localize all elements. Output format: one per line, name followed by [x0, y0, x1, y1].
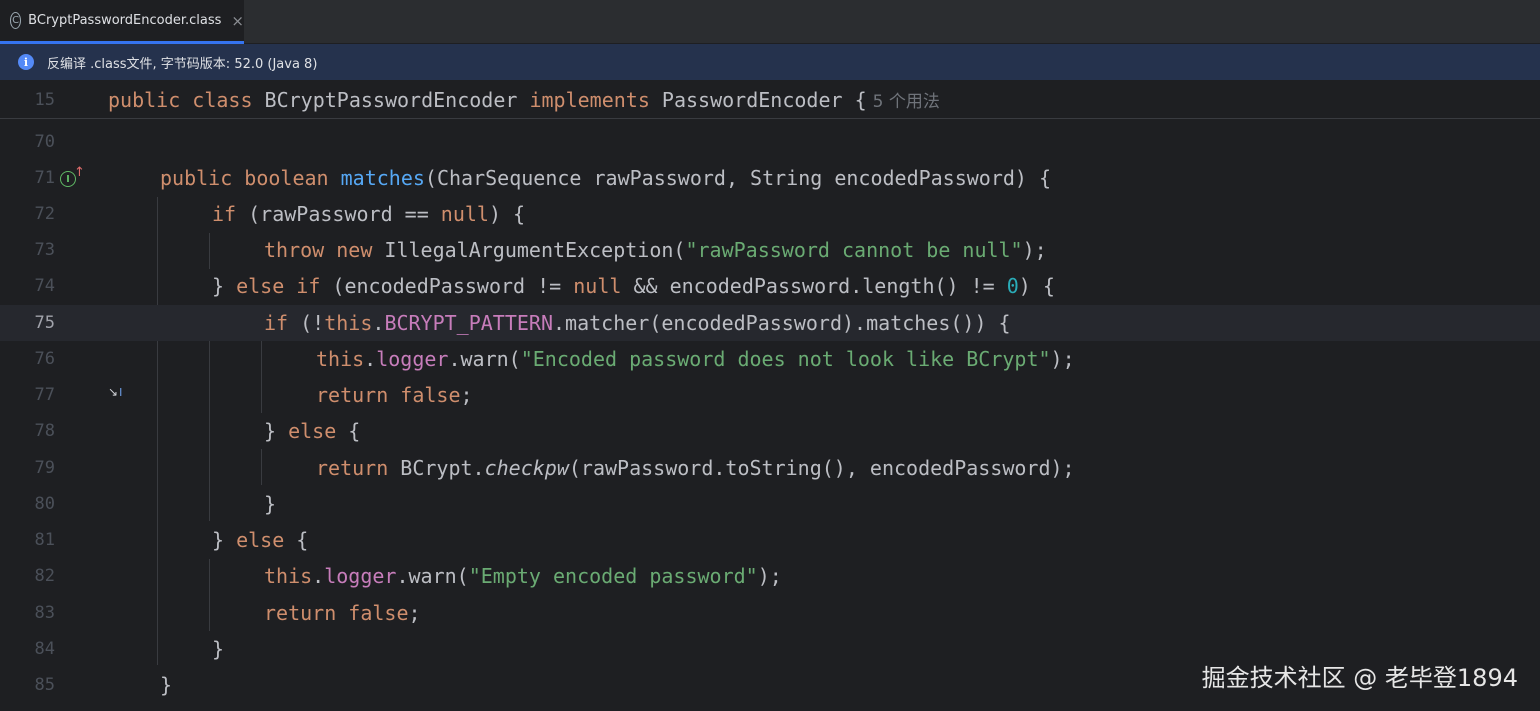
line-number: 71	[34, 168, 55, 188]
current-code-line[interactable]: 75 if (!this.BCRYPT_PATTERN.matcher(enco…	[0, 305, 1540, 341]
code-line[interactable]: 78 } else {	[0, 413, 1540, 449]
code-line[interactable]: 81 } else {	[0, 522, 1540, 558]
mouse-cursor-icon: ↘I	[108, 385, 123, 399]
watermark: 掘金技术社区 @ 老毕登1894	[1201, 664, 1518, 692]
code-line: public class BCryptPasswordEncoder imple…	[108, 88, 940, 112]
tab-bcrypt-password-encoder[interactable]: C BCryptPasswordEncoder.class ×	[0, 0, 244, 44]
decompiled-info-banner: i 反编译 .class文件, 字节码版本: 52.0 (Java 8)	[0, 44, 1540, 81]
line-number: 79	[34, 458, 55, 478]
banner-text: 反编译 .class文件, 字节码版本: 52.0 (Java 8)	[47, 56, 318, 72]
code-line[interactable]: 82 this.logger.warn("Empty encoded passw…	[0, 558, 1540, 594]
line-number: 85	[34, 675, 55, 695]
line-number: 77	[34, 385, 55, 405]
usages-hint[interactable]: 5 个用法	[873, 92, 940, 112]
line-number: 72	[34, 204, 55, 224]
line-number: 83	[34, 603, 55, 623]
code-line[interactable]: 72 if (rawPassword == null) {	[0, 196, 1540, 232]
close-icon[interactable]: ×	[231, 12, 244, 30]
code-line[interactable]: 80 }	[0, 486, 1540, 522]
code-line[interactable]: 76 this.logger.warn("Encoded password do…	[0, 341, 1540, 377]
line-number: 78	[34, 421, 55, 441]
code-line[interactable]: 70	[0, 124, 1540, 160]
editor-tab-bar: C BCryptPasswordEncoder.class ×	[0, 0, 1540, 44]
info-icon: i	[18, 54, 34, 70]
line-number: 81	[34, 530, 55, 550]
code-line[interactable]: 73 throw new IllegalArgumentException("r…	[0, 232, 1540, 268]
code-line[interactable]: 83 return false;	[0, 595, 1540, 631]
line-number: 76	[34, 349, 55, 369]
tab-label: BCryptPasswordEncoder.class	[28, 13, 222, 28]
code-line[interactable]: 71 public boolean matches(CharSequence r…	[0, 160, 1540, 196]
code-line[interactable]: 77 return false;	[0, 377, 1540, 413]
code-line[interactable]: 74 } else if (encodedPassword != null &&…	[0, 268, 1540, 304]
line-number: 70	[34, 132, 55, 152]
code-line[interactable]: 79 return BCrypt.checkpw(rawPassword.toS…	[0, 450, 1540, 486]
line-number: 74	[34, 276, 55, 296]
line-number: 73	[34, 240, 55, 260]
sticky-class-header[interactable]: 15 public class BCryptPasswordEncoder im…	[0, 82, 1540, 119]
class-icon: C	[10, 12, 22, 29]
line-number: 75	[34, 313, 55, 333]
line-number: 15	[34, 90, 55, 110]
line-number: 80	[34, 494, 55, 514]
line-number: 82	[34, 566, 55, 586]
line-number: 84	[34, 639, 55, 659]
